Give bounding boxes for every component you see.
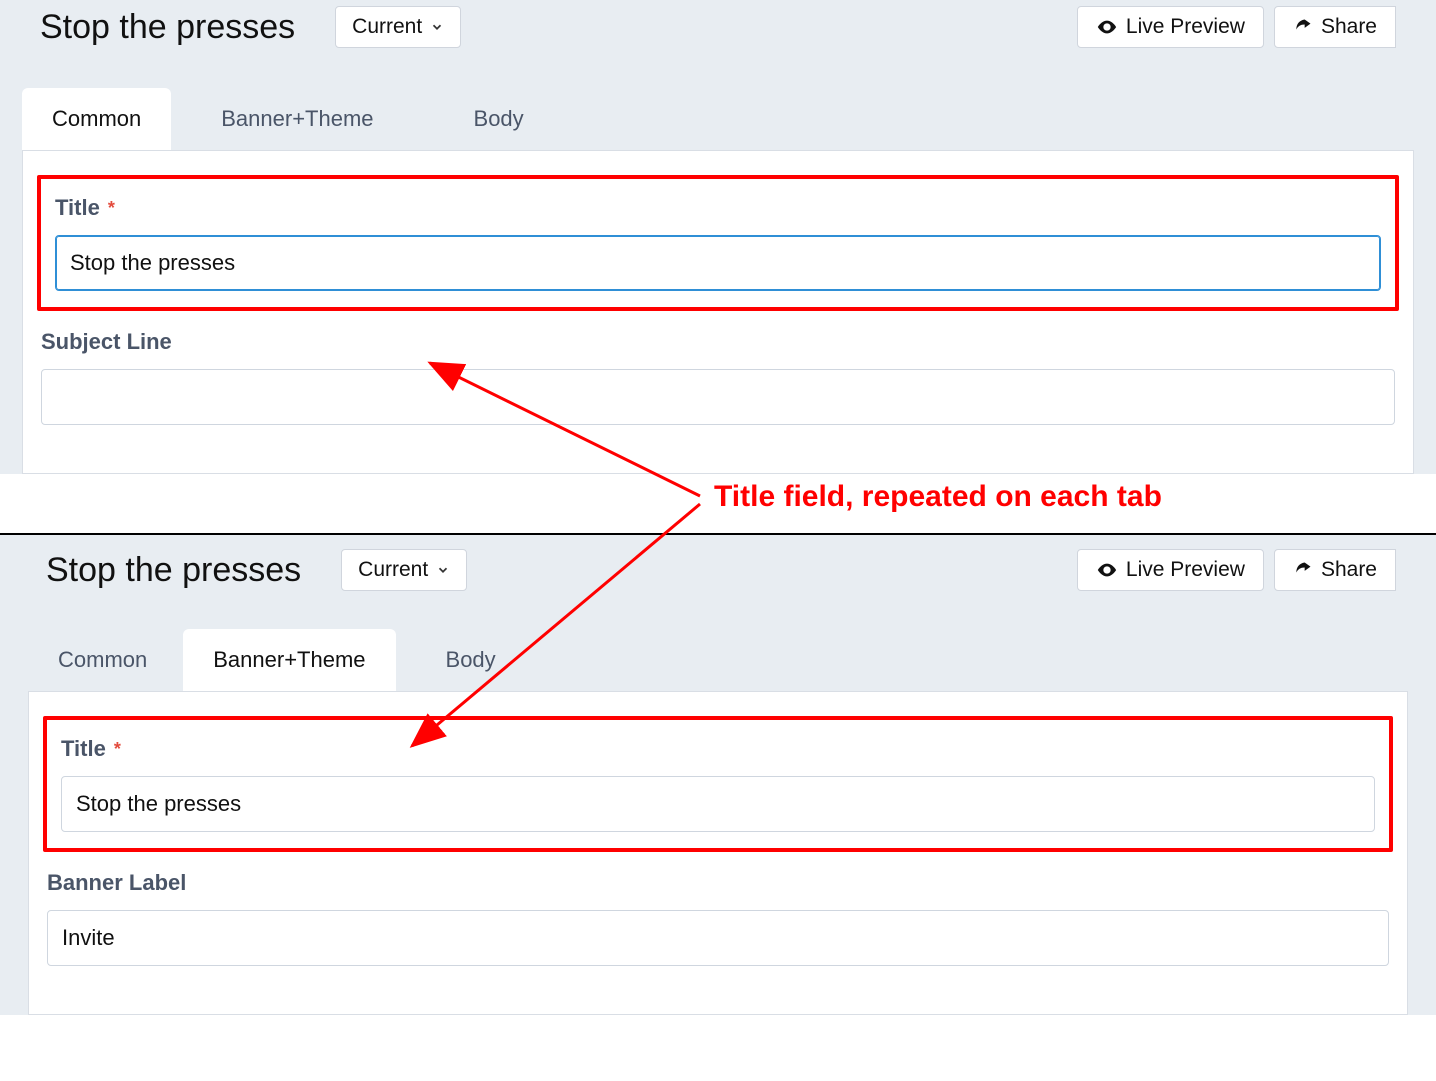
page-title: Stop the presses (40, 8, 295, 47)
version-selector[interactable]: Current (341, 549, 467, 591)
tabs: Common Banner+Theme Body (0, 60, 1436, 150)
title-input[interactable] (55, 235, 1381, 291)
required-asterisk-icon: * (114, 739, 121, 760)
tab-body[interactable]: Body (416, 629, 526, 691)
editor-panel-banner: Stop the presses Current Live Preview (0, 533, 1436, 1015)
highlight-box-banner-title: Title * (43, 716, 1393, 852)
tab-banner-theme[interactable]: Banner+Theme (183, 629, 395, 691)
title-label: Title * (61, 736, 1375, 762)
chevron-down-icon (430, 20, 444, 34)
banner-label-input[interactable] (47, 910, 1389, 966)
share-button[interactable]: Share (1274, 549, 1396, 591)
share-label: Share (1321, 558, 1377, 582)
form-panel: Title * Banner Label (28, 691, 1408, 1015)
editor-header: Stop the presses Current Live Preview (0, 535, 1436, 603)
subject-line-input[interactable] (41, 369, 1395, 425)
share-button[interactable]: Share (1274, 6, 1396, 48)
tabs: Common Banner+Theme Body (0, 603, 1436, 691)
required-asterisk-icon: * (108, 198, 115, 219)
form-panel: Title * Subject Line (22, 150, 1414, 474)
header-actions: Live Preview Share (1077, 549, 1396, 591)
share-label: Share (1321, 15, 1377, 39)
version-selector-label: Current (352, 15, 422, 39)
share-icon (1293, 17, 1313, 37)
version-selector[interactable]: Current (335, 6, 461, 48)
live-preview-label: Live Preview (1126, 558, 1245, 582)
live-preview-button[interactable]: Live Preview (1077, 549, 1264, 591)
highlight-box-common-title: Title * (37, 175, 1399, 311)
tab-banner-theme[interactable]: Banner+Theme (191, 88, 403, 150)
eye-icon (1096, 559, 1118, 581)
share-icon (1293, 560, 1313, 580)
chevron-down-icon (436, 563, 450, 577)
version-selector-label: Current (358, 558, 428, 582)
subject-line-label: Subject Line (41, 329, 1395, 355)
live-preview-button[interactable]: Live Preview (1077, 6, 1264, 48)
editor-panel-common: Stop the presses Current Live Preview (0, 0, 1436, 474)
title-input[interactable] (61, 776, 1375, 832)
tab-common[interactable]: Common (28, 629, 177, 691)
header-actions: Live Preview Share (1077, 6, 1396, 48)
eye-icon (1096, 16, 1118, 38)
editor-header: Stop the presses Current Live Preview (0, 0, 1436, 60)
page-title: Stop the presses (46, 551, 301, 590)
live-preview-label: Live Preview (1126, 15, 1245, 39)
tab-common[interactable]: Common (22, 88, 171, 150)
tab-body[interactable]: Body (444, 88, 554, 150)
banner-label-label: Banner Label (47, 870, 1389, 896)
title-label: Title * (55, 195, 1381, 221)
annotation-label: Title field, repeated on each tab (714, 480, 1162, 514)
